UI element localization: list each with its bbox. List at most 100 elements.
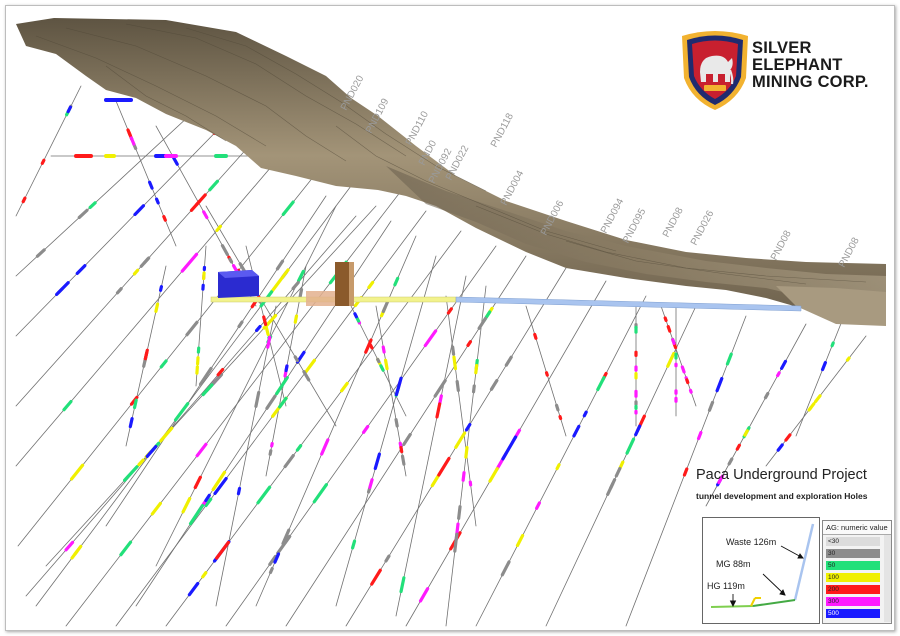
assay-interval (180, 252, 199, 273)
assay-interval (281, 200, 295, 216)
assay-interval (544, 371, 549, 377)
drill-hole-trace (215, 305, 277, 607)
assay-interval (129, 136, 136, 146)
assay-interval (21, 196, 27, 204)
assay-interval (367, 280, 375, 289)
assay-interval (255, 324, 262, 333)
assay-interval (340, 381, 349, 393)
drill-hole-trace (205, 205, 337, 427)
assay-interval (115, 287, 123, 295)
figure-frame: PND020 PND109 PND110 PND0 PND092 PND022 PND118… (5, 5, 895, 631)
assay-interval (312, 483, 328, 504)
assay-interval (145, 445, 158, 459)
assay-interval (433, 379, 447, 398)
assay-interval (264, 326, 270, 337)
assay-interval (418, 587, 430, 603)
assay-interval (268, 566, 274, 575)
assay-interval (457, 505, 462, 520)
assay-interval (284, 364, 289, 373)
assay-interval (688, 388, 693, 394)
assay-interval (820, 361, 827, 372)
drill-hole-label: PND08 (769, 228, 794, 262)
assay-interval (75, 264, 87, 276)
assay-interval (399, 576, 406, 594)
assay-interval (187, 581, 200, 597)
company-logo: SILVER ELEPHANT MINING CORP. (678, 28, 888, 114)
assay-interval (295, 444, 303, 452)
assay-interval (682, 467, 689, 477)
assay-interval (384, 554, 391, 563)
assay-interval (725, 352, 733, 366)
drill-hole-trace (17, 135, 347, 547)
assay-interval (596, 375, 606, 392)
assay-interval (150, 501, 162, 516)
assay-interval (133, 204, 146, 217)
map-title: Paca Underground Project (696, 467, 867, 483)
drill-hole-label: PND026 (689, 208, 717, 247)
assay-interval (376, 357, 381, 364)
assay-interval (763, 391, 770, 400)
assay-interval (533, 332, 538, 340)
logo-line-1: SILVER (752, 39, 812, 57)
assay-interval (808, 402, 816, 410)
assay-interval (73, 544, 83, 556)
drill-hole-trace (105, 195, 327, 527)
assay-interval (55, 281, 70, 297)
drill-hole-label: PND118 (489, 111, 516, 149)
assay-interval (69, 463, 85, 481)
assay-interval (727, 457, 734, 466)
elephant-shield-icon (682, 31, 748, 110)
legend-row-30: 30 (826, 549, 880, 558)
assay-interval (776, 443, 784, 452)
assay-interval (188, 503, 205, 526)
assay-interval (266, 335, 272, 349)
assay-interval (265, 394, 277, 410)
assay-interval (464, 446, 469, 459)
assay-interval (262, 315, 268, 327)
assay-interval (296, 269, 305, 283)
assay-interval (776, 371, 781, 378)
assay-interval (666, 351, 676, 368)
drill-hole-trace (35, 165, 367, 607)
assay-interval (202, 210, 209, 220)
assay-interval (399, 445, 404, 454)
assay-interval (606, 478, 617, 496)
mg-length-label: MG 88m (716, 559, 751, 569)
assay-interval (128, 417, 134, 429)
drill-hole-label: PND004 (499, 168, 527, 207)
assay-interval (400, 454, 406, 466)
map-subtitle: tunnel development and exploration Holes (696, 491, 868, 501)
assay-interval (813, 394, 822, 404)
assay-interval (268, 449, 273, 456)
legend-scrollbar[interactable] (884, 535, 891, 622)
assay-interval (198, 366, 213, 386)
assay-interval (351, 539, 357, 550)
assay-interval (625, 437, 636, 455)
drill-hole-trace (65, 190, 402, 627)
logo-text: SILVER ELEPHANT MINING CORP. (752, 40, 869, 91)
assay-interval (155, 197, 160, 205)
assay-interval (715, 376, 724, 393)
assay-interval (558, 415, 563, 421)
drill-hole-trace (225, 245, 497, 627)
assay-interval (132, 398, 138, 410)
assay-interval (370, 568, 382, 586)
assay-interval (362, 425, 370, 434)
assay-interval (435, 402, 442, 419)
assay-interval (394, 376, 403, 397)
assay-interval (215, 540, 231, 560)
assay-interval (139, 256, 151, 268)
legend-row-lt30: <30 (826, 537, 880, 546)
assay-interval (454, 431, 467, 449)
assay-interval (511, 435, 518, 444)
assay-interval (535, 501, 541, 510)
assay-interval (119, 540, 133, 557)
assay-interval (293, 314, 299, 324)
assay-interval (572, 424, 581, 438)
assay-interval (488, 467, 499, 483)
drill-hole-trace (165, 230, 462, 627)
assay-interval (582, 410, 588, 418)
assay-interval (489, 378, 499, 391)
assay-interval (423, 329, 438, 348)
assay-interval (446, 307, 453, 315)
